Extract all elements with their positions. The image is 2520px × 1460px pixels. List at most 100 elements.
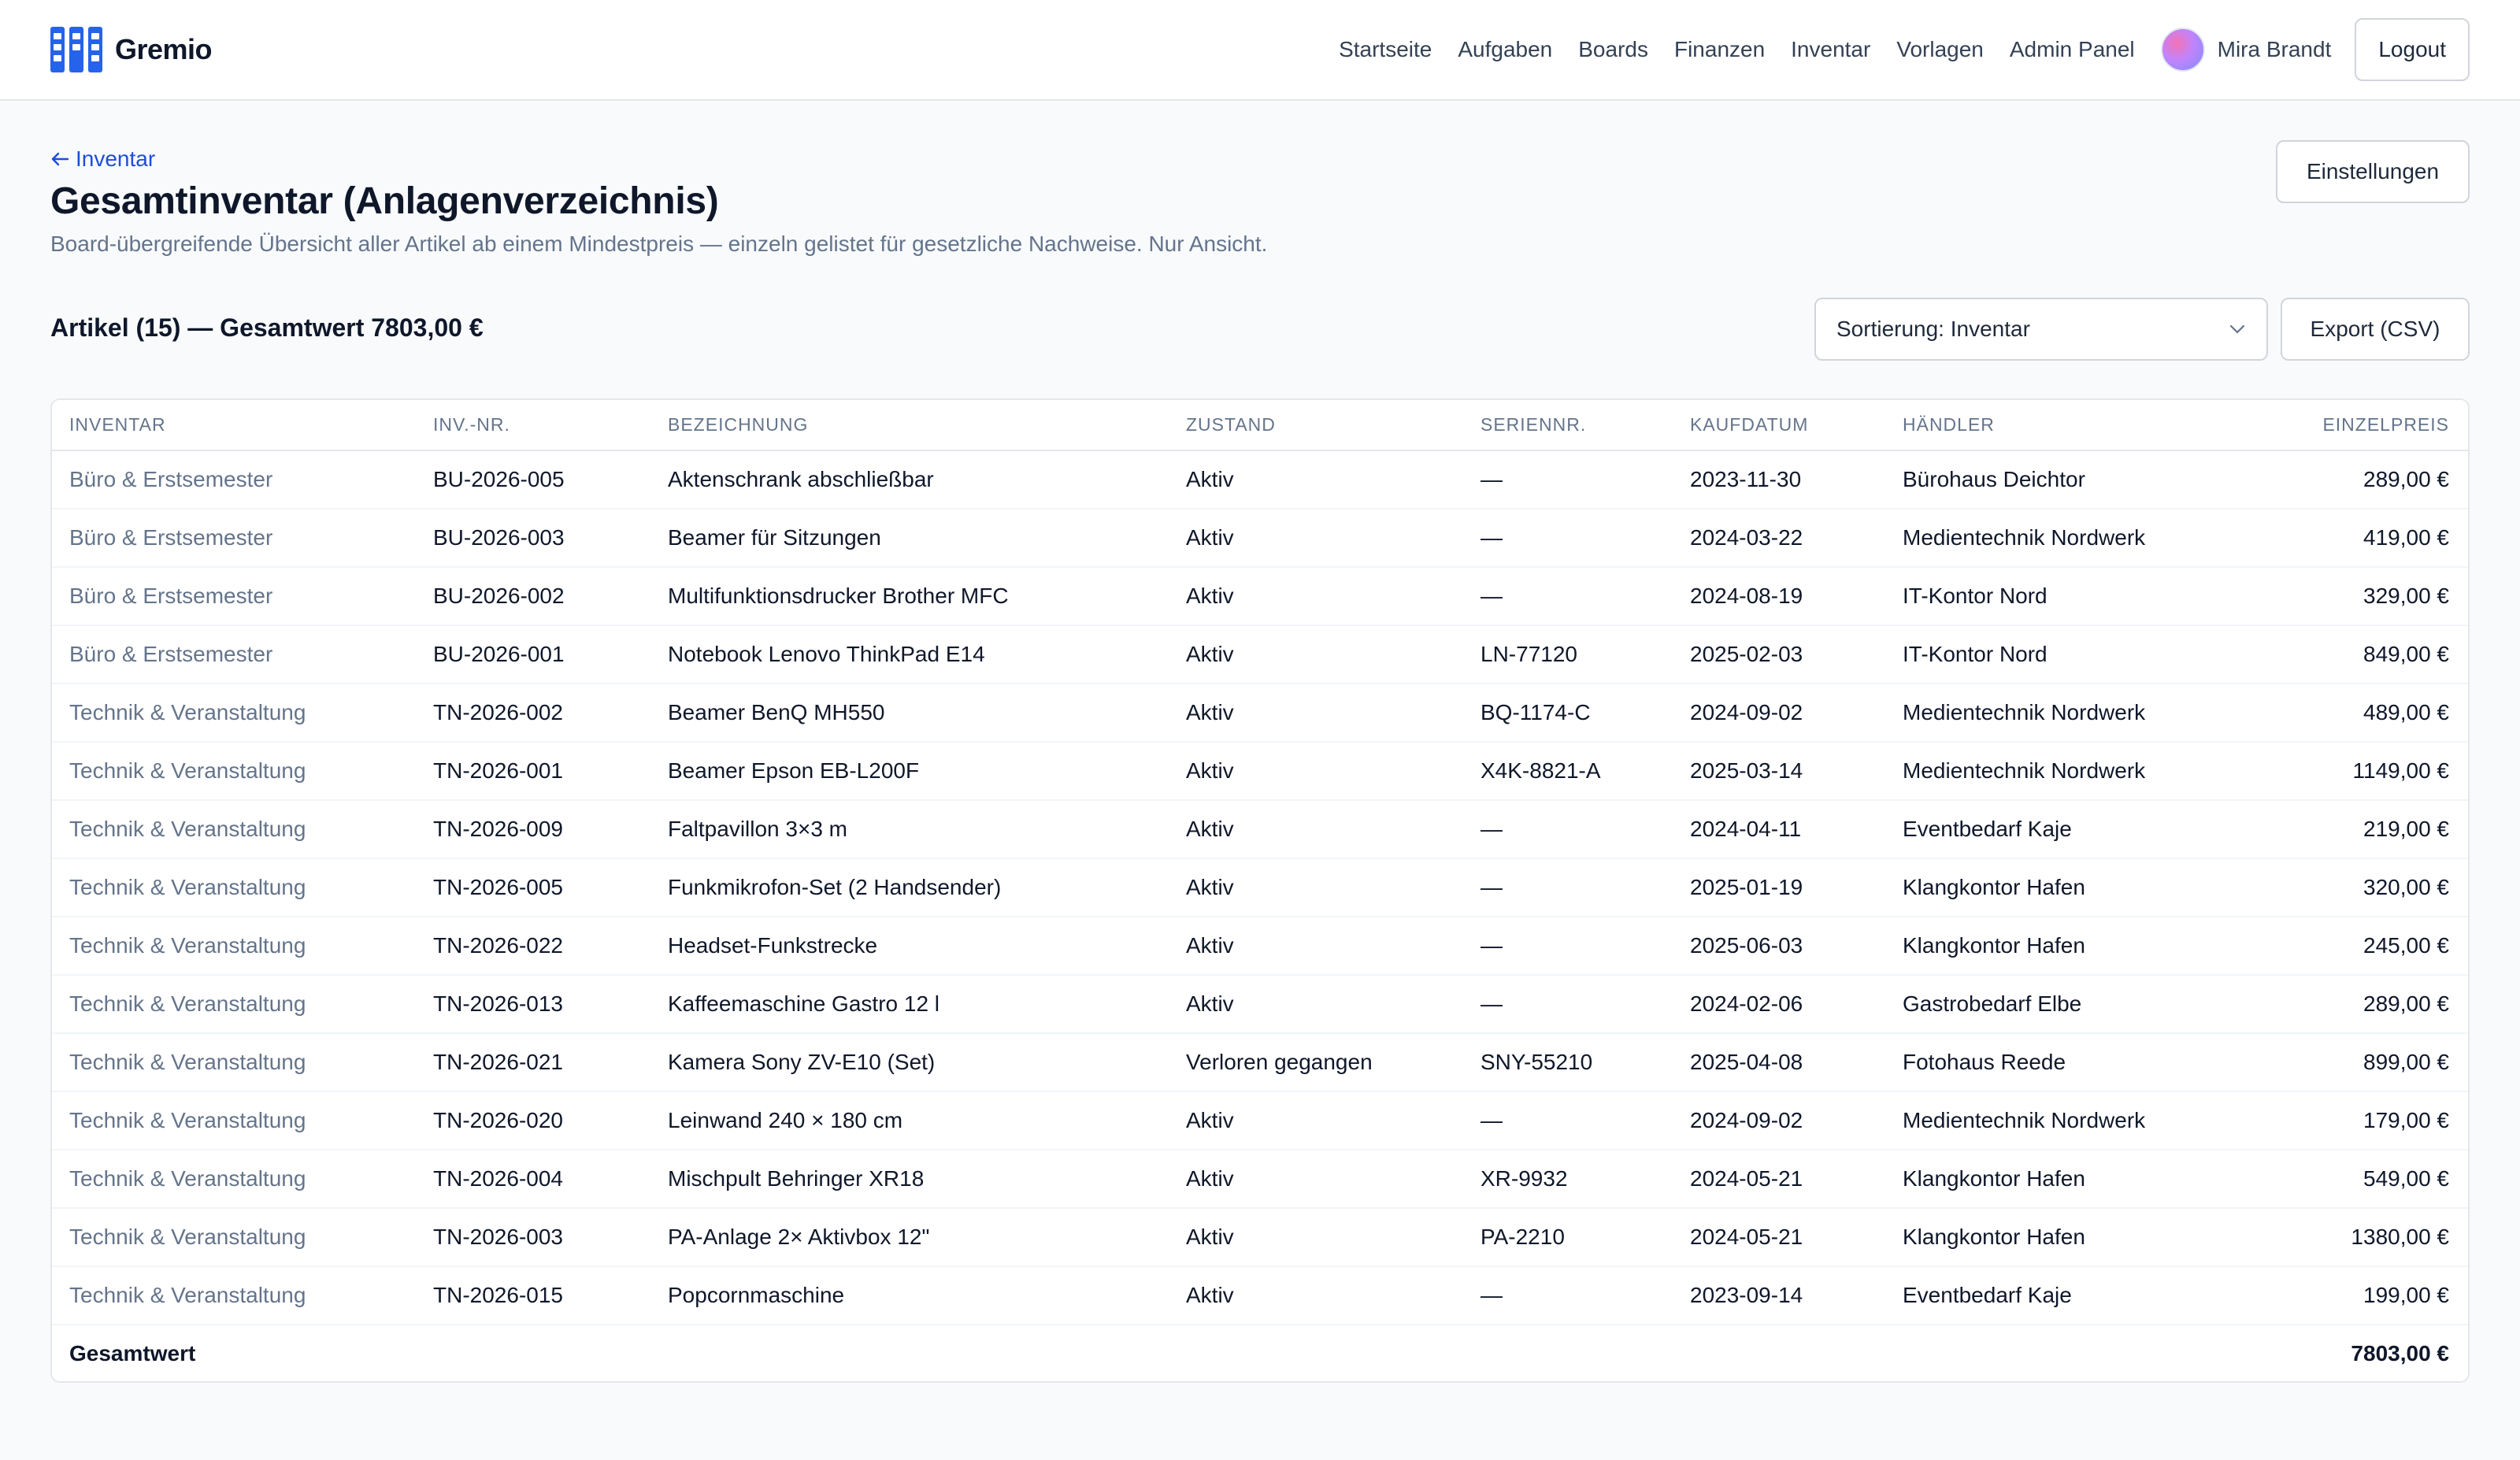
total-spacer xyxy=(1169,1324,1463,1381)
nav-link-inventar[interactable]: Inventar xyxy=(1791,37,1870,62)
table-row[interactable]: Technik & Veranstaltung TN-2026-003 PA-Anl… xyxy=(52,1208,2468,1267)
cell-einzelpreis: 245,00 € xyxy=(2259,917,2468,976)
table-row[interactable]: Büro & Erstsemester BU-2026-005 Aktenschra… xyxy=(52,450,2468,510)
cell-bezeichnung: Aktenschrank abschließbar xyxy=(650,450,1169,510)
cell-inventar: Büro & Erstsemester xyxy=(52,450,416,510)
cell-haendler: Bürohaus Deichtor xyxy=(1885,450,2259,510)
sort-select[interactable]: Sortierung: Inventar xyxy=(1814,298,2268,361)
cell-zustand: Verloren gegangen xyxy=(1169,1033,1463,1092)
column-header-inv-nr[interactable]: INV.-NR. xyxy=(416,400,650,451)
cell-inv-nr: TN-2026-022 xyxy=(416,917,650,976)
cell-inv-nr: TN-2026-020 xyxy=(416,1091,650,1151)
cell-kaufdatum: 2025-03-14 xyxy=(1673,742,1885,801)
cell-haendler: Klangkontor Hafen xyxy=(1885,917,2259,976)
export-csv-button[interactable]: Export (CSV) xyxy=(2281,298,2470,361)
cell-kaufdatum: 2024-05-21 xyxy=(1673,1150,1885,1209)
cell-inv-nr: TN-2026-009 xyxy=(416,800,650,859)
cell-inv-nr: TN-2026-013 xyxy=(416,975,650,1034)
cell-inv-nr: TN-2026-005 xyxy=(416,858,650,917)
cell-zustand: Aktiv xyxy=(1169,917,1463,976)
cell-bezeichnung: Mischpult Behringer XR18 xyxy=(650,1150,1169,1209)
table-row[interactable]: Technik & Veranstaltung TN-2026-004 Mischp… xyxy=(52,1150,2468,1209)
cell-einzelpreis: 899,00 € xyxy=(2259,1033,2468,1092)
cell-seriennr: XR-9932 xyxy=(1463,1150,1673,1209)
nav-link-aufgaben[interactable]: Aufgaben xyxy=(1458,37,1552,62)
table-row[interactable]: Technik & Veranstaltung TN-2026-013 Kaffee… xyxy=(52,975,2468,1034)
main-nav: Startseite Aufgaben Boards Finanzen Inve… xyxy=(1339,18,2470,81)
cell-seriennr: — xyxy=(1463,858,1673,917)
cell-einzelpreis: 549,00 € xyxy=(2259,1150,2468,1209)
cell-inv-nr: BU-2026-002 xyxy=(416,567,650,626)
page-subtitle: Board-übergreifende Übersicht aller Arti… xyxy=(50,232,1268,256)
logout-button[interactable]: Logout xyxy=(2355,18,2470,81)
cell-bezeichnung: Notebook Lenovo ThinkPad E14 xyxy=(650,625,1169,684)
cell-kaufdatum: 2024-03-22 xyxy=(1673,509,1885,568)
cell-bezeichnung: Headset-Funkstrecke xyxy=(650,917,1169,976)
cell-einzelpreis: 320,00 € xyxy=(2259,858,2468,917)
table-row[interactable]: Büro & Erstsemester BU-2026-001 Notebook L… xyxy=(52,625,2468,684)
cell-zustand: Aktiv xyxy=(1169,625,1463,684)
cell-bezeichnung: Beamer Epson EB-L200F xyxy=(650,742,1169,801)
table-row[interactable]: Technik & Veranstaltung TN-2026-005 Funkmi… xyxy=(52,858,2468,917)
table-row[interactable]: Technik & Veranstaltung TN-2026-001 Beamer… xyxy=(52,742,2468,801)
cell-zustand: Aktiv xyxy=(1169,742,1463,801)
table-row[interactable]: Technik & Veranstaltung TN-2026-009 Faltpa… xyxy=(52,800,2468,859)
column-header-inventar[interactable]: INVENTAR xyxy=(52,400,416,451)
nav-link-finanzen[interactable]: Finanzen xyxy=(1674,37,1765,62)
table-row[interactable]: Büro & Erstsemester BU-2026-002 Multifunkt… xyxy=(52,567,2468,626)
cell-kaufdatum: 2025-01-19 xyxy=(1673,858,1885,917)
nav-link-vorlagen[interactable]: Vorlagen xyxy=(1896,37,1984,62)
cell-haendler: Fotohaus Reede xyxy=(1885,1033,2259,1092)
cell-inv-nr: BU-2026-005 xyxy=(416,450,650,510)
brand[interactable]: Gremio xyxy=(50,27,213,72)
cell-zustand: Aktiv xyxy=(1169,800,1463,859)
cell-kaufdatum: 2023-11-30 xyxy=(1673,450,1885,510)
column-header-seriennr[interactable]: SERIENNR. xyxy=(1463,400,1673,451)
cell-seriennr: — xyxy=(1463,1266,1673,1325)
cell-haendler: IT-Kontor Nord xyxy=(1885,625,2259,684)
column-header-einzelpreis[interactable]: EINZELPREIS xyxy=(2259,400,2468,451)
nav-link-startseite[interactable]: Startseite xyxy=(1339,37,1432,62)
table-row[interactable]: Technik & Veranstaltung TN-2026-020 Leinwa… xyxy=(52,1091,2468,1151)
cell-haendler: Klangkontor Hafen xyxy=(1885,1208,2259,1267)
table-row[interactable]: Technik & Veranstaltung TN-2026-021 Kamera… xyxy=(52,1033,2468,1092)
cell-haendler: Medientechnik Nordwerk xyxy=(1885,1091,2259,1151)
table-row[interactable]: Technik & Veranstaltung TN-2026-002 Beamer… xyxy=(52,684,2468,743)
cell-seriennr: — xyxy=(1463,450,1673,510)
cell-kaufdatum: 2024-09-02 xyxy=(1673,1091,1885,1151)
table-row[interactable]: Technik & Veranstaltung TN-2026-022 Headse… xyxy=(52,917,2468,976)
cell-inventar: Büro & Erstsemester xyxy=(52,567,416,626)
nav-link-admin-panel[interactable]: Admin Panel xyxy=(2010,37,2135,62)
cell-inv-nr: TN-2026-002 xyxy=(416,684,650,743)
table-row[interactable]: Technik & Veranstaltung TN-2026-015 Popcor… xyxy=(52,1266,2468,1325)
cell-seriennr: — xyxy=(1463,509,1673,568)
cell-kaufdatum: 2024-09-02 xyxy=(1673,684,1885,743)
cell-inv-nr: TN-2026-003 xyxy=(416,1208,650,1267)
cell-inventar: Technik & Veranstaltung xyxy=(52,917,416,976)
cell-haendler: Eventbedarf Kaje xyxy=(1885,800,2259,859)
cell-haendler: IT-Kontor Nord xyxy=(1885,567,2259,626)
back-link-inventar[interactable]: Inventar xyxy=(50,146,155,172)
cell-einzelpreis: 329,00 € xyxy=(2259,567,2468,626)
cell-haendler: Gastrobedarf Elbe xyxy=(1885,975,2259,1034)
cell-zustand: Aktiv xyxy=(1169,567,1463,626)
cell-seriennr: SNY-55210 xyxy=(1463,1033,1673,1092)
avatar xyxy=(2160,28,2205,72)
column-header-kaufdatum[interactable]: KAUFDATUM xyxy=(1673,400,1885,451)
inventory-table-card: INVENTAR INV.-NR. BEZEICHNUNG ZUSTAND SE… xyxy=(50,398,2470,1383)
column-header-bezeichnung[interactable]: BEZEICHNUNG xyxy=(650,400,1169,451)
cell-zustand: Aktiv xyxy=(1169,975,1463,1034)
column-header-zustand[interactable]: ZUSTAND xyxy=(1169,400,1463,451)
user-menu[interactable]: Mira Brandt xyxy=(2160,28,2331,72)
page-title: Gesamtinventar (Anlagenverzeichnis) xyxy=(50,180,719,222)
arrow-left-icon xyxy=(51,152,69,166)
settings-button[interactable]: Einstellungen xyxy=(2276,140,2470,203)
table-total-row: Gesamtwert 7803,00 € xyxy=(52,1324,2468,1381)
cell-inventar: Büro & Erstsemester xyxy=(52,509,416,568)
cell-inventar: Technik & Veranstaltung xyxy=(52,858,416,917)
table-row[interactable]: Büro & Erstsemester BU-2026-003 Beamer für… xyxy=(52,509,2468,568)
total-label: Gesamtwert xyxy=(52,1324,416,1381)
nav-link-boards[interactable]: Boards xyxy=(1578,37,1648,62)
column-header-haendler[interactable]: HÄNDLER xyxy=(1885,400,2259,451)
cell-inv-nr: TN-2026-004 xyxy=(416,1150,650,1209)
